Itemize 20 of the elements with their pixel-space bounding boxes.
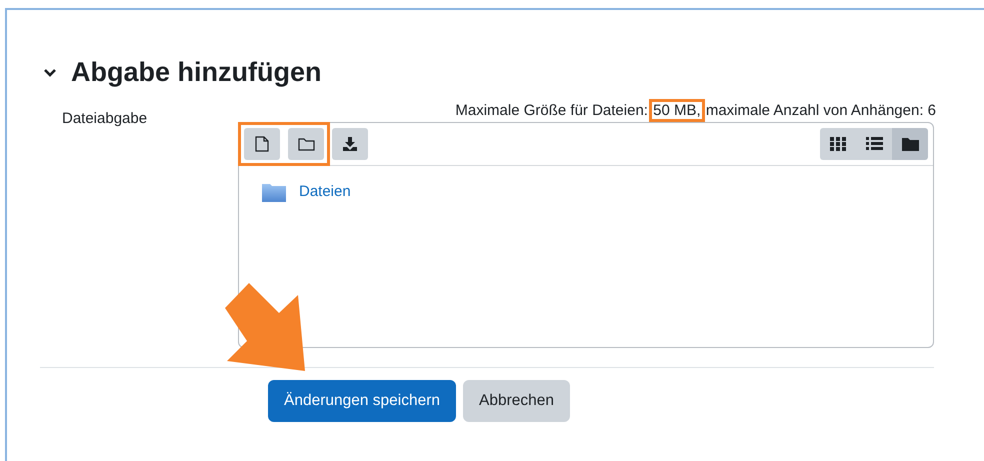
cancel-button[interactable]: Abbrechen [462,380,570,422]
section-title: Abgabe hinzufügen [71,57,322,88]
folder-icon [298,137,314,151]
folder-button[interactable] [288,128,324,160]
file-button[interactable] [244,128,280,160]
upload-limits-text: Maximale Größe für Dateien: 50 MB, maximale Anzahl von Anhängen: 6 [455,102,936,119]
grid-icon [830,137,846,151]
download-icon [342,136,358,152]
save-button[interactable]: Änderungen speichern [268,380,456,422]
icons-view-button[interactable] [820,128,856,160]
file-icon [255,136,269,152]
folder-icon [261,182,287,203]
folder-icon [902,137,918,151]
list-view-button[interactable] [856,128,892,160]
download-button[interactable] [332,128,368,160]
tree-view-button[interactable] [892,128,928,160]
folder-link[interactable]: Dateien [299,183,351,200]
field-label: Dateiabgabe [61,110,148,129]
list-icon [866,137,882,151]
chevron-icon[interactable] [43,68,57,78]
